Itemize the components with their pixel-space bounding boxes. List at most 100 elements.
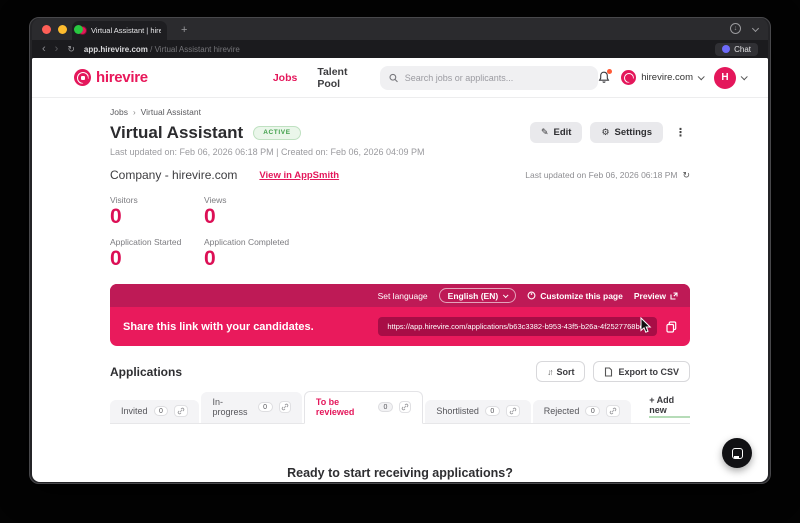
breadcrumb-jobs[interactable]: Jobs <box>110 107 128 117</box>
tab-label: Invited <box>121 406 148 417</box>
edit-icon: ✎ <box>540 127 549 137</box>
status-badge: ACTIVE <box>253 125 301 140</box>
downloads-icon[interactable]: ↓ <box>730 23 741 34</box>
forward-icon[interactable]: › <box>55 43 59 55</box>
tabbar-controls: ↓ <box>730 23 760 34</box>
share-banner: Set language English (EN) Customize this… <box>110 284 690 347</box>
settings-button[interactable]: ⚙ Settings <box>590 122 663 143</box>
help-widget-button[interactable] <box>722 438 752 468</box>
tab-count-badge: 0 <box>585 406 601 417</box>
stat-value: 0 <box>110 247 122 271</box>
language-select[interactable]: English (EN) <box>438 288 517 304</box>
reload-icon[interactable]: ↻ <box>67 44 75 55</box>
preview-button[interactable]: Preview <box>634 291 678 301</box>
traffic-lights <box>42 25 83 34</box>
set-language-label: Set language <box>377 290 428 301</box>
breadcrumb-separator: › <box>132 107 136 117</box>
tab-count-badge: 0 <box>484 406 500 417</box>
stat-application-started: Application Started 0 <box>110 237 204 271</box>
preview-label: Preview <box>633 290 666 301</box>
breadcrumb: Jobs › Virtual Assistant <box>110 107 690 117</box>
tab-count-badge: 0 <box>377 402 393 413</box>
tab-label: To be reviewed <box>315 397 355 418</box>
language-value: English (EN) <box>447 290 499 301</box>
avatar: H <box>714 66 736 89</box>
view-in-appsmith-link[interactable]: View in AppSmith <box>259 170 339 181</box>
app-header: hirevire Jobs Talent Pool Search jobs or… <box>32 58 768 98</box>
customize-label: Customize this page <box>540 290 623 301</box>
search-icon <box>389 73 399 82</box>
close-window-button[interactable] <box>42 25 51 34</box>
edit-button-label: Edit <box>553 127 572 138</box>
search-input[interactable] <box>404 72 590 83</box>
stat-value: 0 <box>110 205 122 228</box>
account-menu[interactable]: hirevire.com <box>621 70 705 85</box>
share-text: Share this link with your candidates. <box>123 320 314 333</box>
browser-tab[interactable]: Virtual Assistant | hirev <box>72 21 167 40</box>
main-nav: Jobs Talent Pool <box>273 66 367 90</box>
minimize-window-button[interactable] <box>58 25 67 34</box>
tab-to-be-reviewed[interactable]: To be reviewed 0 <box>303 391 424 425</box>
stat-application-completed: Application Completed 0 <box>204 237 370 271</box>
breadcrumb-current: Virtual Assistant <box>140 107 201 117</box>
account-logo-icon <box>621 70 637 85</box>
banner-toolbar: Set language English (EN) Customize this… <box>110 284 690 308</box>
overflow-menu-icon[interactable]: ⋮ <box>671 126 690 139</box>
gear-icon: ⚙ <box>601 127 610 137</box>
export-csv-button[interactable]: Export to CSV <box>593 361 690 383</box>
chat-extension-button[interactable]: Chat <box>715 42 758 56</box>
url-domain: app.hirevire.com <box>83 44 148 54</box>
stat-value: 0 <box>204 247 216 271</box>
empty-state: Ready to start receiving applications? U… <box>110 466 690 482</box>
brand-name: hirevire <box>96 69 148 86</box>
mouse-cursor <box>640 317 652 335</box>
tab-count-badge: 0 <box>257 402 273 413</box>
link-icon[interactable] <box>606 405 621 418</box>
browser-tab-title: Virtual Assistant | hirev <box>91 26 161 35</box>
tab-in-progress[interactable]: In-progress 0 <box>201 392 302 424</box>
customize-page-button[interactable]: Customize this page <box>527 291 623 301</box>
settings-button-label: Settings <box>614 127 652 138</box>
job-meta: Last updated on: Feb 06, 2026 06:18 PM |… <box>110 147 425 157</box>
screenshot-stage: Virtual Assistant | hirev + ↓ ‹ › ↻ app.… <box>0 0 800 523</box>
add-new-tab-button[interactable]: + Add new <box>649 395 690 419</box>
browser-url-bar: ‹ › ↻ app.hirevire.com / Virtual Assista… <box>32 40 768 58</box>
nav-item-jobs[interactable]: Jobs <box>273 72 298 84</box>
tab-shortlisted[interactable]: Shortlisted 0 <box>425 400 531 424</box>
url-path: / Virtual Assistant hirevire <box>150 44 240 54</box>
banner-main: Share this link with your candidates. ht… <box>110 307 690 346</box>
edit-button[interactable]: ✎ Edit <box>529 122 583 143</box>
applications-header-row: Applications ↓↑ Sort Export to CSV <box>110 361 690 383</box>
tab-invited[interactable]: Invited 0 <box>110 400 200 424</box>
new-tab-button[interactable]: + <box>181 24 187 36</box>
global-search[interactable] <box>380 65 599 90</box>
tab-rejected[interactable]: Rejected 0 <box>532 400 632 424</box>
stat-views: Views 0 <box>204 195 370 229</box>
copy-link-button[interactable] <box>666 321 677 333</box>
zoom-window-button[interactable] <box>74 25 83 34</box>
link-icon[interactable] <box>278 401 291 414</box>
stat-visitors: Visitors 0 <box>110 195 204 229</box>
sort-button[interactable]: ↓↑ Sort <box>535 361 586 383</box>
nav-item-talent-pool[interactable]: Talent Pool <box>317 66 366 90</box>
user-menu[interactable]: H <box>714 66 748 89</box>
back-icon[interactable]: ‹ <box>42 43 46 55</box>
customize-icon <box>527 291 536 300</box>
link-icon[interactable] <box>505 405 520 418</box>
stats-last-updated: Last updated on Feb 06, 2026 06:18 PM ↻ <box>525 170 690 181</box>
stat-label: Application Completed <box>204 237 290 248</box>
chat-extension-label: Chat <box>734 44 751 54</box>
link-icon[interactable] <box>398 401 412 414</box>
notification-badge <box>607 69 613 74</box>
browser-tab-bar: Virtual Assistant | hirev + ↓ <box>32 18 768 40</box>
brand-logo[interactable]: hirevire <box>74 69 148 86</box>
application-link-box[interactable]: https://app.hirevire.com/applications/b6… <box>378 317 657 337</box>
refresh-icon[interactable]: ↻ <box>682 170 690 181</box>
notifications-button[interactable] <box>598 69 613 84</box>
chat-widget-icon <box>731 447 743 459</box>
export-csv-label: Export to CSV <box>618 366 679 377</box>
external-link-icon <box>670 292 678 300</box>
chevron-down-icon[interactable] <box>751 24 760 33</box>
url-text[interactable]: app.hirevire.com / Virtual Assistant hir… <box>84 45 240 54</box>
link-icon[interactable] <box>174 405 189 418</box>
